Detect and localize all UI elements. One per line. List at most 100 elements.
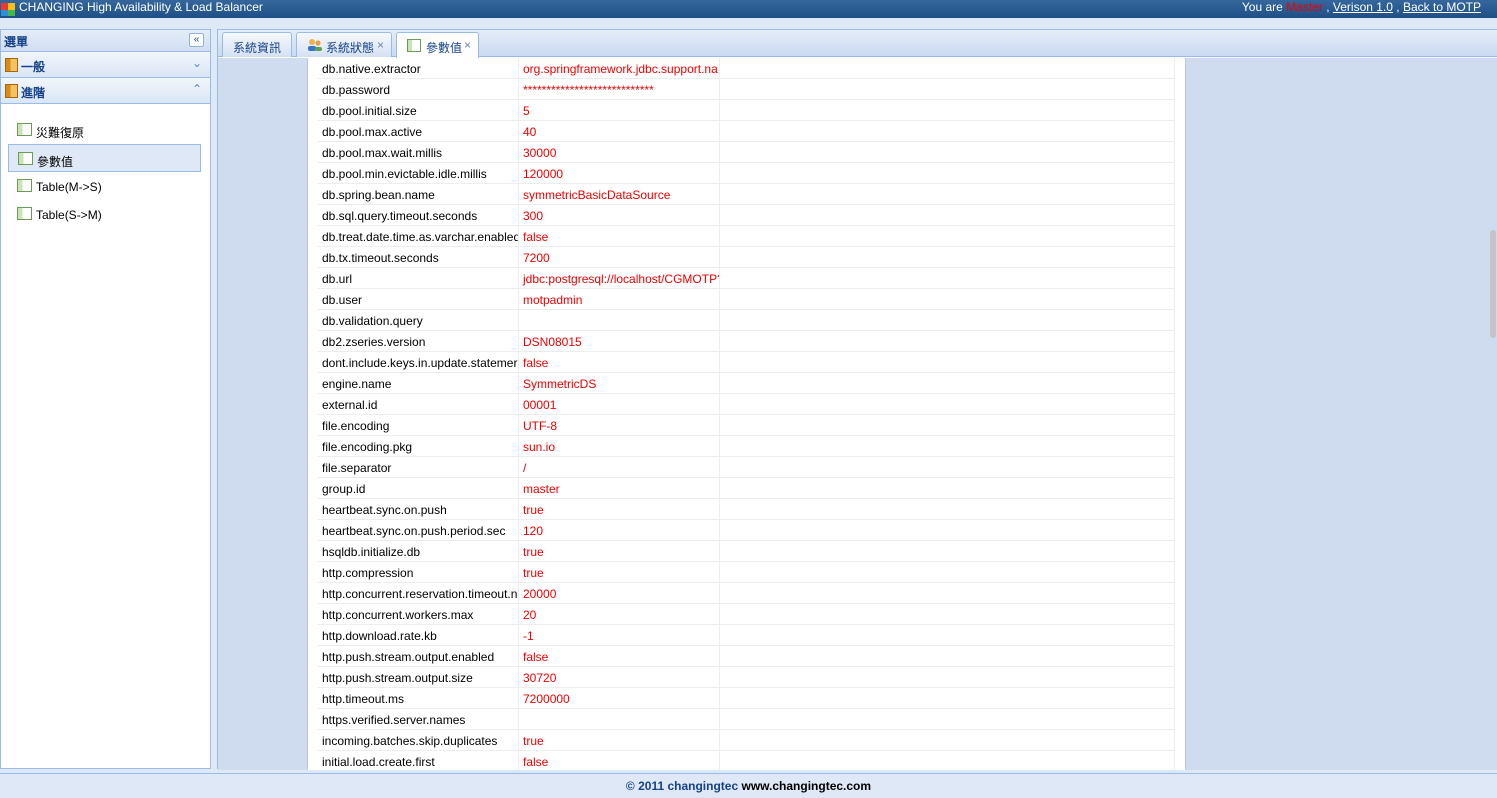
sidebar-item-disaster-recovery[interactable]: 災難復原 [8, 116, 201, 144]
empty-cell [720, 142, 1175, 163]
double-chevron-down-icon[interactable]: ⌄ [192, 56, 202, 70]
separator: , [1396, 0, 1400, 14]
param-value: motpadmin [519, 289, 720, 310]
double-chevron-up-icon[interactable]: ⌃ [192, 82, 202, 96]
table-row[interactable]: db.pool.initial.size 5 [318, 100, 1175, 121]
param-key: http.concurrent.workers.max [318, 604, 519, 625]
sidebar-item-table-m-s[interactable]: Table(M->S) [8, 172, 201, 200]
table-row[interactable]: db.pool.max.active 40 [318, 121, 1175, 142]
param-value: 7200000 [519, 688, 720, 709]
param-value: jdbc:postgresql://localhost/CGMOTP? [519, 268, 720, 289]
param-value: 120000 [519, 163, 720, 184]
table-row[interactable]: group.id master [318, 478, 1175, 499]
param-key: http.download.rate.kb [318, 625, 519, 646]
empty-cell [720, 751, 1175, 770]
tab-system-info[interactable]: 系統資訊 [222, 32, 292, 57]
table-row[interactable]: http.concurrent.workers.max 20 [318, 604, 1175, 625]
table-row[interactable]: db.spring.bean.name symmetricBasicDataSou… [318, 184, 1175, 205]
table-row[interactable]: http.timeout.ms 7200000 [318, 688, 1175, 709]
table-row[interactable]: initial.load.create.first false [318, 751, 1175, 770]
close-icon[interactable]: × [377, 38, 384, 52]
separator: , [1326, 0, 1330, 14]
tab-system-status[interactable]: 系統狀態 × [296, 32, 392, 57]
param-key: http.push.stream.output.size [318, 667, 519, 688]
param-value: sun.io [519, 436, 720, 457]
folder-icon [5, 84, 18, 98]
empty-cell [720, 604, 1175, 625]
copyright: © 2011 changingtec [625, 779, 739, 793]
table-row[interactable]: db.password **************************** [318, 79, 1175, 100]
table-row[interactable]: http.push.stream.output.enabled false [318, 646, 1175, 667]
empty-cell [720, 415, 1175, 436]
cube-logo-icon [1, 3, 15, 16]
table-row[interactable]: db.tx.timeout.seconds 7200 [318, 247, 1175, 268]
table-row[interactable]: db2.zseries.version DSN08015 [318, 331, 1175, 352]
tab-parameters[interactable]: 參數值 × [396, 32, 479, 58]
table-row[interactable]: http.push.stream.output.size 30720 [318, 667, 1175, 688]
param-key: heartbeat.sync.on.push [318, 499, 519, 520]
table-row[interactable]: db.native.extractor org.springframework.j… [318, 58, 1175, 79]
param-key: db.pool.min.evictable.idle.millis [318, 163, 519, 184]
table-row[interactable]: https.verified.server.names [318, 709, 1175, 730]
user-role: Master [1286, 0, 1323, 14]
empty-cell [720, 478, 1175, 499]
table-row[interactable]: http.compression true [318, 562, 1175, 583]
table-row[interactable]: db.pool.max.wait.millis 30000 [318, 142, 1175, 163]
param-value [519, 310, 720, 331]
grid-icon [17, 207, 32, 220]
empty-cell [720, 121, 1175, 142]
param-value: 300 [519, 205, 720, 226]
sidebar-item-parameters[interactable]: 參數值 [8, 144, 201, 172]
param-value: false [519, 751, 720, 770]
table-row[interactable]: external.id 00001 [318, 394, 1175, 415]
table-row[interactable]: file.encoding.pkg sun.io [318, 436, 1175, 457]
table-row[interactable]: db.validation.query [318, 310, 1175, 331]
accordion-label: 進階 [21, 86, 46, 100]
param-value: 120 [519, 520, 720, 541]
table-row[interactable]: hsqldb.initialize.db true [318, 541, 1175, 562]
param-key: db2.zseries.version [318, 331, 519, 352]
close-icon[interactable]: × [464, 38, 471, 52]
param-key: hsqldb.initialize.db [318, 541, 519, 562]
param-key: db.native.extractor [318, 58, 519, 79]
param-value: 20 [519, 604, 720, 625]
back-to-motp-link[interactable]: Back to MOTP [1403, 0, 1481, 14]
page-scrollbar[interactable] [1490, 230, 1496, 338]
table-row[interactable]: http.concurrent.reservation.timeout.n 200… [318, 583, 1175, 604]
table-row[interactable]: http.download.rate.kb -1 [318, 625, 1175, 646]
table-row[interactable]: db.user motpadmin [318, 289, 1175, 310]
table-row[interactable]: db.sql.query.timeout.seconds 300 [318, 205, 1175, 226]
grid-icon [18, 152, 33, 165]
footer: © 2011 changingtec www.changingtec.com [0, 773, 1497, 797]
param-value: true [519, 499, 720, 520]
param-value: false [519, 646, 720, 667]
empty-cell [720, 562, 1175, 583]
table-row[interactable]: heartbeat.sync.on.push true [318, 499, 1175, 520]
accordion-general[interactable]: 一般 ⌄ [1, 52, 210, 78]
sidebar-header: 選單 « [1, 30, 210, 52]
sidebar-item-table-s-m[interactable]: Table(S->M) [8, 200, 201, 228]
param-value: true [519, 562, 720, 583]
table-row[interactable]: incoming.batches.skip.duplicates true [318, 730, 1175, 751]
accordion-advanced[interactable]: 進階 ⌃ [1, 78, 210, 104]
version-link[interactable]: Verison 1.0 [1333, 0, 1393, 14]
table-row[interactable]: engine.name SymmetricDS [318, 373, 1175, 394]
param-key: engine.name [318, 373, 519, 394]
param-key: db.tx.timeout.seconds [318, 247, 519, 268]
param-value: UTF-8 [519, 415, 720, 436]
table-row[interactable]: heartbeat.sync.on.push.period.sec 120 [318, 520, 1175, 541]
table-row[interactable]: db.url jdbc:postgresql://localhost/CGMOTP… [318, 268, 1175, 289]
param-key: db.validation.query [318, 310, 519, 331]
you-are-label: You are [1241, 0, 1283, 14]
table-row[interactable]: dont.include.keys.in.update.statemer fals… [318, 352, 1175, 373]
empty-cell [720, 310, 1175, 331]
main-tab-panel: 系統資訊 系統狀態 × 參數值 × db.native.extractor org… [217, 29, 1497, 770]
table-row[interactable]: db.treat.date.time.as.varchar.enabled fal… [318, 226, 1175, 247]
table-row[interactable]: db.pool.min.evictable.idle.millis 120000 [318, 163, 1175, 184]
table-row[interactable]: file.encoding UTF-8 [318, 415, 1175, 436]
param-value [519, 709, 720, 730]
param-key: http.compression [318, 562, 519, 583]
double-chevron-left-icon[interactable]: « [189, 33, 204, 47]
table-row[interactable]: file.separator / [318, 457, 1175, 478]
param-key: incoming.batches.skip.duplicates [318, 730, 519, 751]
